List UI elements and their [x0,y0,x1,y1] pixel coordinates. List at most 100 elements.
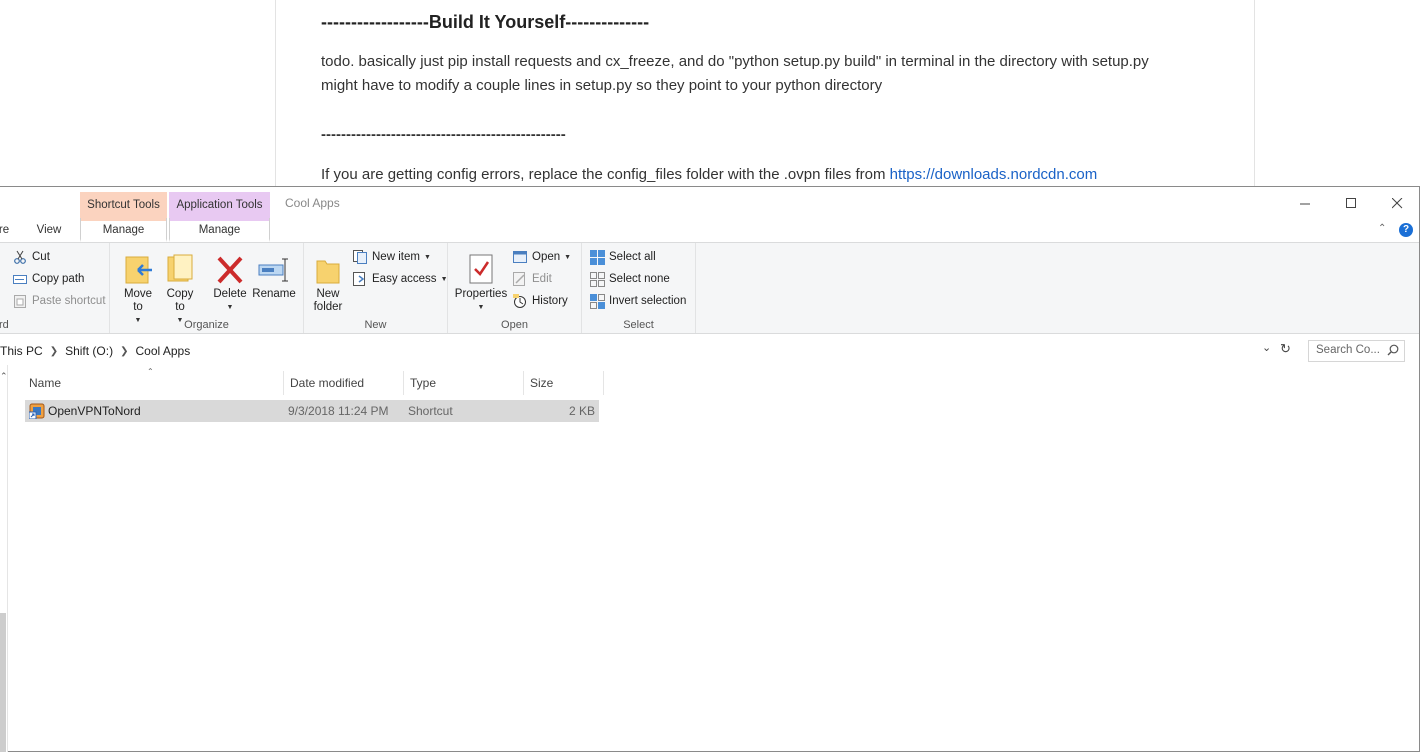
column-header-name[interactable]: Name [23,371,284,395]
history-icon [512,293,528,309]
move-to-icon [122,249,154,285]
doc-line-1: todo. basically just pip install request… [321,53,1149,70]
select-none-button[interactable]: Select none [589,269,670,289]
select-all-icon [589,249,605,265]
new-group: New folder New item ▼ Easy access ▼ New [304,243,448,333]
new-folder-icon [312,249,344,285]
open-dropdown-icon: ▼ [564,253,572,261]
doc-line-3-text: If you are getting config errors, replac… [321,166,890,183]
cut-button[interactable]: Cut [12,247,50,267]
select-all-button[interactable]: Select all [589,247,656,267]
select-all-label: Select all [609,251,656,263]
open-label-group: Open [501,319,528,331]
edit-icon [512,271,528,287]
clipboard-group: Cut Copy path Paste shortcut rd [0,243,110,333]
new-label: New [364,319,387,331]
open-icon [512,249,528,265]
select-label: Select [623,319,654,331]
refresh-icon[interactable]: ↻ [1280,341,1291,357]
move-to-button[interactable]: Move to ▼ [117,249,159,327]
search-placeholder: Search Co... [1316,344,1380,356]
rename-icon [258,249,290,285]
new-item-label: New item [372,251,420,263]
file-row[interactable]: OpenVPNToNord 9/3/2018 11:24 PM Shortcut… [25,400,599,422]
application-tools-header: Application Tools [169,192,270,218]
nordcdn-link[interactable]: https://downloads.nordcdn.com [890,166,1098,183]
delete-label: Delete [213,288,247,300]
clipboard-label: rd [0,319,9,331]
properties-button[interactable]: Properties ▼ [453,249,509,314]
tab-manage-application[interactable]: Manage [169,218,270,242]
copy-path-label: Copy path [32,273,85,285]
maximize-icon [1345,197,1356,208]
paste-shortcut-icon [12,293,28,309]
close-icon [1391,197,1402,208]
easy-access-label: Easy access [372,273,437,285]
shortcut-app-icon [28,403,45,420]
properties-icon [465,249,497,285]
crumb-drive[interactable]: Shift (O:) [65,344,113,358]
properties-label: Properties [454,288,508,300]
file-date: 9/3/2018 11:24 PM [288,404,389,418]
nav-scroll-up-icon[interactable]: ⌃ [0,371,8,382]
chevron-right-icon[interactable]: ❯ [50,346,58,357]
easy-access-button[interactable]: Easy access ▼ [352,269,448,289]
collapse-ribbon-icon[interactable]: ⌃ [1378,223,1386,234]
open-label: Open [532,251,561,263]
address-row: This PC ❯ Shift (O:) ❯ Cool Apps ⌄ ↻ Sea… [0,339,1419,363]
copy-to-button[interactable]: Copy to ▼ [159,249,201,327]
move-to-label: Move to [123,288,153,313]
tab-manage-shortcut[interactable]: Manage [80,218,167,242]
new-item-icon [352,249,368,265]
address-history-dropdown-icon[interactable]: ⌄ [1262,341,1271,354]
open-group: Properties ▼ Open ▼ Edit History Open [448,243,582,333]
minimize-button[interactable] [1282,189,1328,217]
column-header-size[interactable]: Size [524,371,604,395]
chevron-right-icon[interactable]: ❯ [120,346,128,357]
edit-label: Edit [532,273,552,285]
tab-view[interactable]: View [34,218,64,242]
breadcrumb[interactable]: This PC ❯ Shift (O:) ❯ Cool Apps [0,339,1276,363]
ribbon-tabs: re View Manage Manage [0,218,1419,242]
tab-share[interactable]: re [0,218,10,242]
crumb-folder[interactable]: Cool Apps [135,344,190,358]
rename-button[interactable]: Rename [252,249,296,301]
edit-button[interactable]: Edit [512,269,552,289]
properties-dropdown-icon: ▼ [477,304,485,311]
delete-button[interactable]: Delete ▼ [209,249,251,314]
column-header-type[interactable]: Type [404,371,524,395]
invert-selection-label: Invert selection [609,295,687,307]
minimize-icon [1299,203,1310,204]
maximize-button[interactable] [1328,189,1374,217]
column-header-date[interactable]: Date modified [284,371,404,395]
new-folder-button[interactable]: New folder [307,249,349,314]
delete-dropdown-icon: ▼ [226,304,234,311]
invert-selection-button[interactable]: Invert selection [589,291,686,311]
scissors-icon [12,249,28,265]
crumb-this-pc[interactable]: This PC [0,344,43,358]
open-button[interactable]: Open ▼ [512,247,571,267]
copy-to-label: Copy to [166,288,194,313]
file-type: Shortcut [408,404,453,418]
close-button[interactable] [1374,189,1420,217]
paste-shortcut-label: Paste shortcut [32,295,106,307]
easy-access-icon [352,271,368,287]
copy-path-icon [12,271,28,287]
rename-label: Rename [252,288,296,300]
copy-path-button[interactable]: Copy path [12,269,84,289]
organize-group: Move to ▼ Copy to ▼ Delete ▼ Rename Orga… [110,243,304,333]
easy-access-dropdown-icon: ▼ [440,275,448,283]
navigation-scrollbar[interactable] [0,613,6,752]
select-none-label: Select none [609,273,670,285]
history-button[interactable]: History [512,291,568,311]
new-item-dropdown-icon: ▼ [423,253,431,261]
window-title: Cool Apps [285,196,340,210]
cut-label: Cut [32,251,50,263]
search-box[interactable]: Search Co... [1308,340,1405,362]
help-icon[interactable]: ? [1399,223,1413,237]
shortcut-tools-header: Shortcut Tools [80,192,167,218]
paste-shortcut-button[interactable]: Paste shortcut [12,291,106,311]
readme-document: ------------------Build It Yourself-----… [275,0,1255,200]
ribbon: Cut Copy path Paste shortcut rd Move to … [0,242,1419,334]
new-item-button[interactable]: New item ▼ [352,247,431,267]
